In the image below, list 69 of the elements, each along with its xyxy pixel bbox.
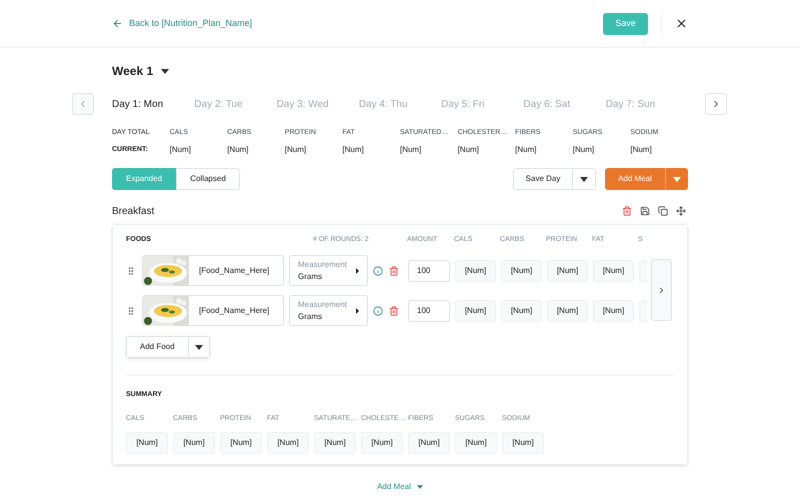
close-icon[interactable] xyxy=(675,17,688,30)
caret-right-icon xyxy=(356,268,359,274)
total-value: [Num] xyxy=(515,144,538,156)
summary-value: [Num] xyxy=(408,432,450,454)
move-icon[interactable] xyxy=(676,206,686,216)
summary-value: [Num] xyxy=(455,432,497,454)
save-icon[interactable] xyxy=(640,206,650,216)
day-tab[interactable]: Day 2: Tue xyxy=(194,96,277,112)
chevron-right-icon xyxy=(657,286,666,294)
info-icon[interactable] xyxy=(373,306,383,316)
nutrient-value: [Num] xyxy=(593,260,634,282)
summary-value: [Num] xyxy=(220,432,262,454)
total-value: [Num] xyxy=(170,144,192,156)
total-value: [Num] xyxy=(572,144,596,156)
summary-value: [Num] xyxy=(502,432,544,454)
summary-value: [Num] xyxy=(126,432,168,454)
total-value: [Num] xyxy=(400,144,422,156)
summary-value: [Num] xyxy=(173,432,215,454)
measurement-dropdown[interactable]: Measurement Grams xyxy=(289,295,368,326)
day-tab[interactable]: Day 1: Mon xyxy=(112,96,194,112)
nutrient-value: [Num] xyxy=(593,300,634,322)
total-value: [Num] xyxy=(227,144,250,156)
summary-value: [Num] xyxy=(314,432,356,454)
amount-field[interactable]: 100 xyxy=(408,300,450,322)
day-tab[interactable]: Day 4: Thu xyxy=(358,96,442,112)
delete-icon[interactable] xyxy=(622,206,632,216)
day-tab[interactable]: Day 3: Wed xyxy=(276,96,359,112)
save-day-dropdown[interactable] xyxy=(572,169,595,189)
caret-icon xyxy=(416,484,423,488)
save-button[interactable]: Save xyxy=(603,12,648,34)
week-title: Week 1 xyxy=(112,63,154,80)
caret-right-icon xyxy=(356,308,359,314)
nutrient-value: [Num] xyxy=(547,300,588,322)
nutrient-value: [Num] xyxy=(547,260,588,282)
copy-icon[interactable] xyxy=(658,206,668,216)
caret-icon xyxy=(673,176,681,182)
total-value: [Num] xyxy=(458,144,480,156)
delete-icon[interactable] xyxy=(389,306,399,316)
measurement-dropdown[interactable]: Measurement Grams xyxy=(289,255,368,286)
view-toggle[interactable]: Collapsed xyxy=(176,168,240,190)
caret-icon xyxy=(194,344,203,350)
drag-handle-icon[interactable] xyxy=(126,266,136,276)
view-toggle[interactable]: Expanded xyxy=(112,168,176,190)
total-value: [Num] xyxy=(284,144,308,156)
back-link[interactable]: Back to [Nutrition_Plan_Name] xyxy=(112,16,252,30)
nutrient-value: [Num] xyxy=(501,300,542,322)
day-tab[interactable]: Day 6: Sat xyxy=(523,96,606,112)
add-food-button[interactable]: Add Food xyxy=(127,337,188,357)
food-name-field[interactable]: [Food_Name_Here] xyxy=(142,255,284,286)
summary-value: [Num] xyxy=(267,432,309,454)
drag-handle-icon[interactable] xyxy=(126,306,136,316)
caret-icon xyxy=(580,176,588,182)
summary-value: [Num] xyxy=(361,432,403,454)
add-meal-link[interactable]: Add Meal xyxy=(377,480,411,492)
food-name-field[interactable]: [Food_Name_Here] xyxy=(142,295,284,326)
add-food-dropdown[interactable] xyxy=(188,337,209,357)
day-tab[interactable]: Day 7: Sun xyxy=(606,96,688,112)
amount-field[interactable]: 100 xyxy=(408,260,450,282)
total-value: [Num] xyxy=(630,144,653,156)
nutrient-value: [Num] xyxy=(455,260,496,282)
day-tab[interactable]: Day 5: Fri xyxy=(441,96,524,112)
meal-title: Breakfast xyxy=(112,204,154,218)
nutrient-value: [Num] xyxy=(501,260,542,282)
caret-icon xyxy=(161,68,170,74)
total-value: [Num] xyxy=(342,144,365,156)
back-arrow-icon xyxy=(112,18,123,29)
info-icon[interactable] xyxy=(373,266,383,276)
nutrient-value: [Num] xyxy=(455,300,496,322)
delete-icon[interactable] xyxy=(389,266,399,276)
